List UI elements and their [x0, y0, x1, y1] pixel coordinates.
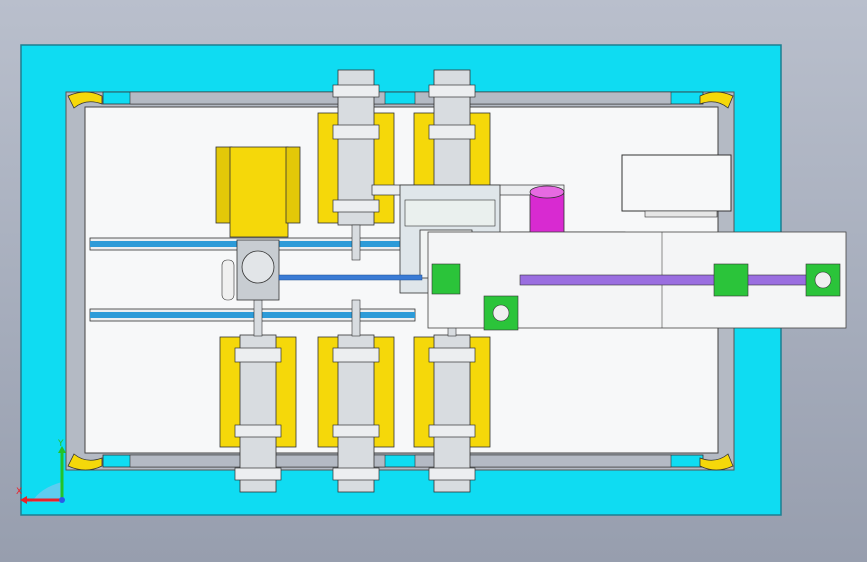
axis-y-label: Y: [57, 439, 64, 449]
linear-rail-lower[interactable]: [89, 308, 416, 322]
control-box-strip: [644, 210, 718, 218]
assembly-drawing[interactable]: X Y: [0, 0, 867, 562]
cad-viewport[interactable]: X Y: [0, 0, 867, 562]
axis-x-label: X: [16, 487, 22, 497]
control-box[interactable]: [621, 154, 732, 212]
transmission-shaft[interactable]: [278, 274, 423, 281]
conveyor-section[interactable]: [427, 231, 847, 331]
